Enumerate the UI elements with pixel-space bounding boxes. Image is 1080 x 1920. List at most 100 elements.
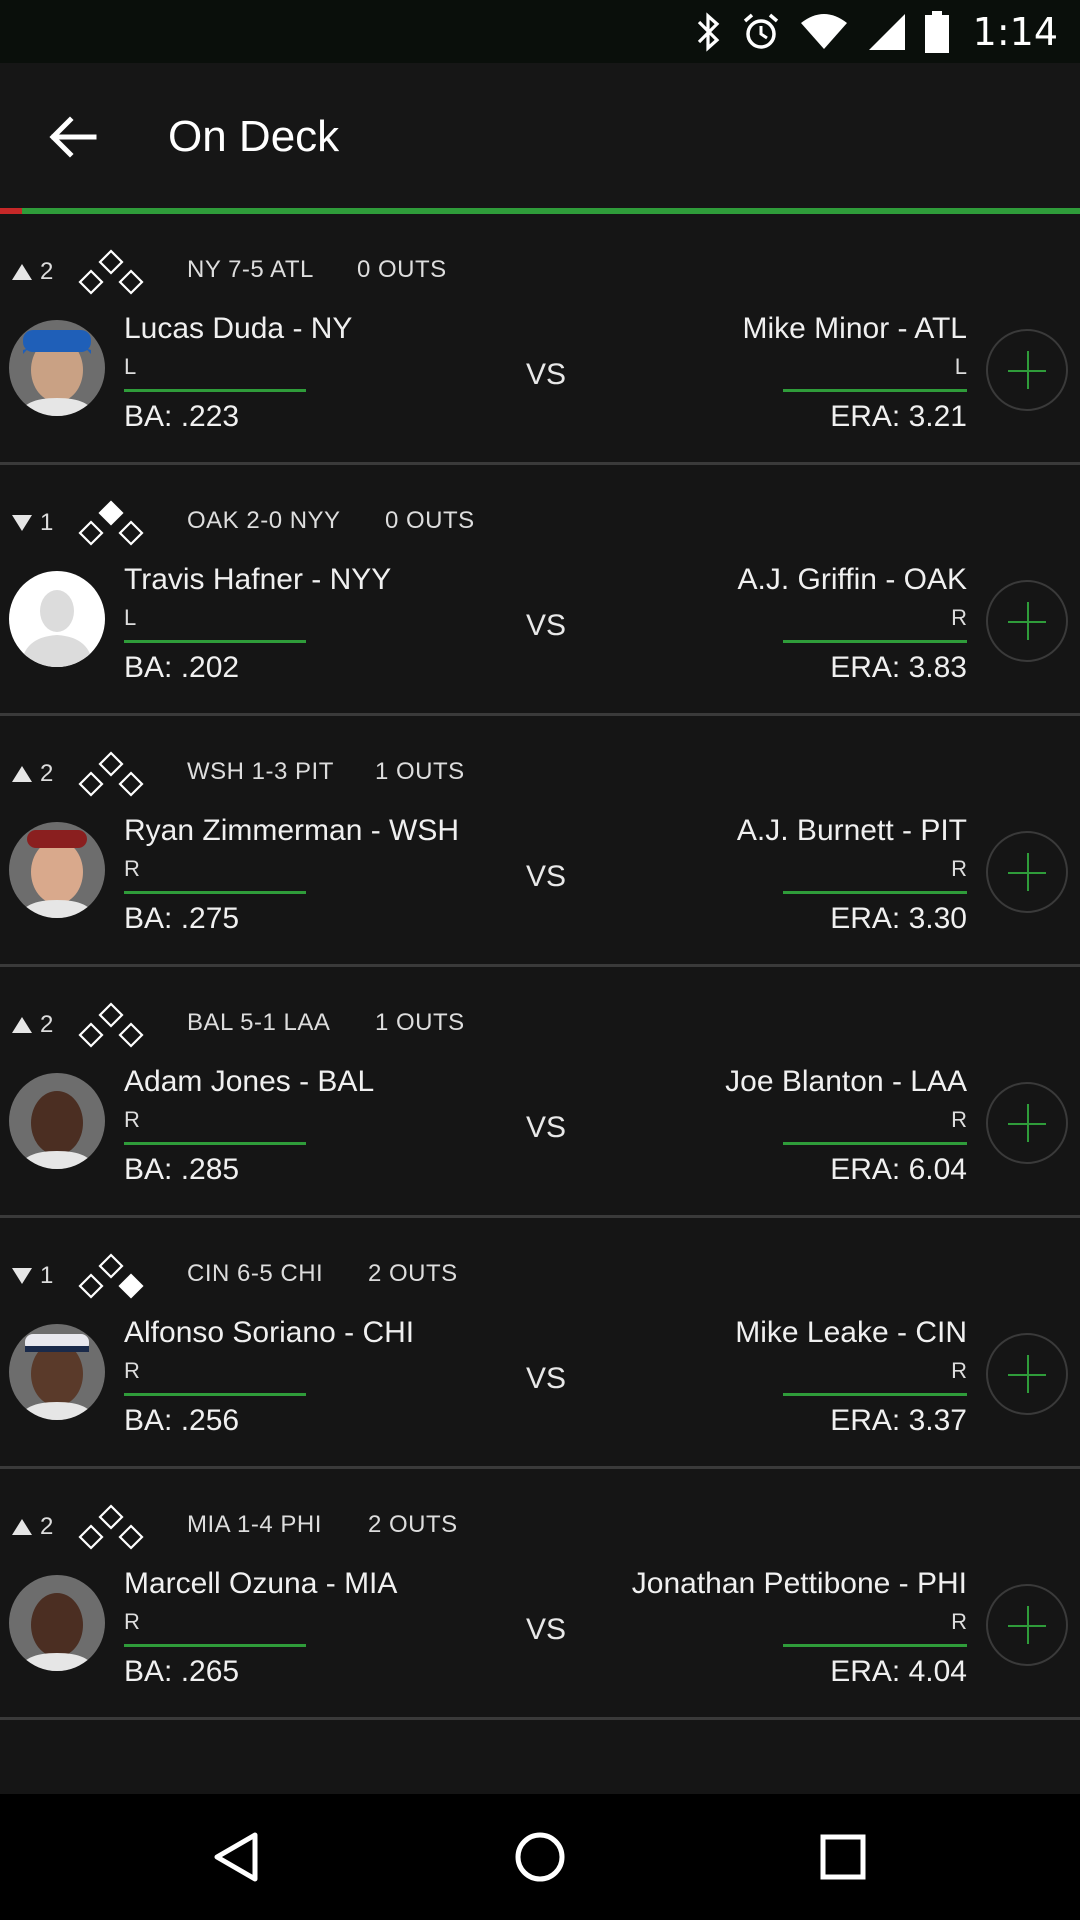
batter-avatar bbox=[9, 1575, 105, 1671]
app-bar: On Deck bbox=[0, 63, 1080, 208]
bases-diamond-icon bbox=[78, 499, 144, 549]
status-time: 1:14 bbox=[972, 9, 1058, 54]
batter-average: BA: .285 bbox=[124, 1153, 240, 1186]
battery-icon bbox=[924, 10, 949, 53]
pitcher-name: Mike Leake - CIN bbox=[735, 1316, 967, 1349]
batter-name: Alfonso Soriano - CHI bbox=[124, 1316, 415, 1349]
vs-label: VS bbox=[526, 1613, 567, 1646]
bluetooth-icon bbox=[697, 11, 719, 52]
pitcher-hand: R bbox=[951, 1358, 967, 1383]
matchup-row: 2 MIA 1-4 PHI 2 OUTS Marcell Ozuna - MIA… bbox=[0, 1469, 1080, 1720]
inning-indicator: 2 bbox=[12, 1513, 53, 1541]
batter-average: BA: .265 bbox=[124, 1655, 240, 1688]
outs-count: 0 OUTS bbox=[385, 507, 475, 534]
pitcher-hand: L bbox=[954, 354, 967, 379]
batter-name: Lucas Duda - NY bbox=[124, 312, 353, 345]
outs-count: 1 OUTS bbox=[375, 758, 465, 785]
add-matchup-button[interactable] bbox=[986, 580, 1068, 662]
matchup-row: 1 CIN 6-5 CHI 2 OUTS Alfonso Soriano - C… bbox=[0, 1218, 1080, 1469]
batter-average: BA: .256 bbox=[124, 1404, 240, 1437]
pitcher-era: ERA: 3.21 bbox=[830, 400, 967, 433]
alarm-icon bbox=[743, 13, 778, 49]
nav-home-icon[interactable] bbox=[510, 1827, 570, 1887]
batter-name: Marcell Ozuna - MIA bbox=[124, 1567, 398, 1600]
batter-hand: R bbox=[124, 1107, 140, 1132]
inning-number: 2 bbox=[40, 1011, 54, 1038]
pitcher-divider bbox=[783, 640, 967, 643]
bases-diamond-icon bbox=[78, 1252, 144, 1302]
bases-diamond-icon bbox=[78, 248, 144, 298]
batter-divider bbox=[124, 891, 306, 894]
game-score: CIN 6-5 CHI bbox=[187, 1260, 324, 1287]
batter-average: BA: .202 bbox=[124, 651, 240, 684]
batter-avatar bbox=[9, 1324, 105, 1420]
matchup-row: 2 BAL 5-1 LAA 1 OUTS Adam Jones - BAL R … bbox=[0, 967, 1080, 1218]
matchup-list: 2 NY 7-5 ATL 0 OUTS Lucas Duda - NY L BA… bbox=[0, 214, 1080, 1720]
inning-number: 2 bbox=[40, 1513, 54, 1540]
batter-average: BA: .223 bbox=[124, 400, 240, 433]
batter-avatar bbox=[9, 320, 105, 416]
matchup-row: 2 NY 7-5 ATL 0 OUTS Lucas Duda - NY L BA… bbox=[0, 214, 1080, 465]
add-matchup-button[interactable] bbox=[986, 1082, 1068, 1164]
pitcher-name: Jonathan Pettibone - PHI bbox=[631, 1567, 967, 1600]
batter-divider bbox=[124, 1393, 306, 1396]
pitcher-divider bbox=[783, 1644, 967, 1647]
pitcher-name: Mike Minor - ATL bbox=[742, 312, 968, 345]
batter-divider bbox=[124, 640, 306, 643]
inning-top-icon bbox=[12, 1519, 32, 1535]
batter-name: Travis Hafner - NYY bbox=[124, 563, 392, 596]
wifi-icon bbox=[800, 13, 847, 49]
inning-indicator: 1 bbox=[12, 509, 53, 537]
navigation-bar bbox=[0, 1794, 1080, 1920]
batter-avatar bbox=[9, 1073, 105, 1169]
pitcher-hand: R bbox=[951, 605, 967, 630]
pitcher-name: Joe Blanton - LAA bbox=[725, 1065, 967, 1098]
batter-avatar bbox=[9, 571, 105, 667]
game-score: BAL 5-1 LAA bbox=[187, 1009, 331, 1036]
nav-back-icon[interactable] bbox=[207, 1827, 267, 1887]
inning-top-icon bbox=[12, 766, 32, 782]
add-matchup-button[interactable] bbox=[986, 329, 1068, 411]
pitcher-era: ERA: 3.37 bbox=[830, 1404, 967, 1437]
pitcher-name: A.J. Burnett - PIT bbox=[736, 814, 967, 847]
outs-count: 0 OUTS bbox=[357, 256, 447, 283]
pitcher-era: ERA: 6.04 bbox=[830, 1153, 967, 1186]
pitcher-era: ERA: 3.30 bbox=[830, 902, 967, 935]
pitcher-hand: R bbox=[951, 1609, 967, 1634]
matchup-row: 1 OAK 2-0 NYY 0 OUTS Travis Hafner - NYY… bbox=[0, 465, 1080, 716]
batter-divider bbox=[124, 389, 306, 392]
batter-hand: R bbox=[124, 1358, 140, 1383]
add-matchup-button[interactable] bbox=[986, 1333, 1068, 1415]
game-score: MIA 1-4 PHI bbox=[187, 1511, 322, 1538]
inning-indicator: 1 bbox=[12, 1262, 53, 1290]
signal-icon bbox=[868, 13, 905, 50]
inning-indicator: 2 bbox=[12, 1011, 53, 1039]
nav-recents-icon[interactable] bbox=[813, 1827, 873, 1887]
batter-hand: L bbox=[124, 354, 137, 379]
pitcher-divider bbox=[783, 1142, 967, 1145]
vs-label: VS bbox=[526, 860, 567, 893]
batter-hand: R bbox=[124, 856, 140, 881]
pitcher-hand: R bbox=[951, 856, 967, 881]
arrow-back-icon[interactable] bbox=[44, 107, 104, 167]
batter-hand: L bbox=[124, 605, 137, 630]
add-matchup-button[interactable] bbox=[986, 831, 1068, 913]
pitcher-divider bbox=[783, 389, 967, 392]
pitcher-era: ERA: 4.04 bbox=[830, 1655, 967, 1688]
inning-number: 2 bbox=[40, 258, 54, 285]
pitcher-name: A.J. Griffin - OAK bbox=[737, 563, 968, 596]
outs-count: 1 OUTS bbox=[375, 1009, 465, 1036]
pitcher-hand: R bbox=[951, 1107, 967, 1132]
inning-number: 2 bbox=[40, 760, 54, 787]
add-matchup-button[interactable] bbox=[986, 1584, 1068, 1666]
batter-average: BA: .275 bbox=[124, 902, 240, 935]
inning-indicator: 2 bbox=[12, 258, 53, 286]
pitcher-divider bbox=[783, 891, 967, 894]
inning-bottom-icon bbox=[12, 1268, 32, 1284]
outs-count: 2 OUTS bbox=[368, 1260, 458, 1287]
vs-label: VS bbox=[526, 609, 567, 642]
status-bar: 1:14 bbox=[0, 0, 1080, 63]
batter-avatar bbox=[9, 822, 105, 918]
vs-label: VS bbox=[526, 1111, 567, 1144]
vs-label: VS bbox=[526, 1362, 567, 1395]
